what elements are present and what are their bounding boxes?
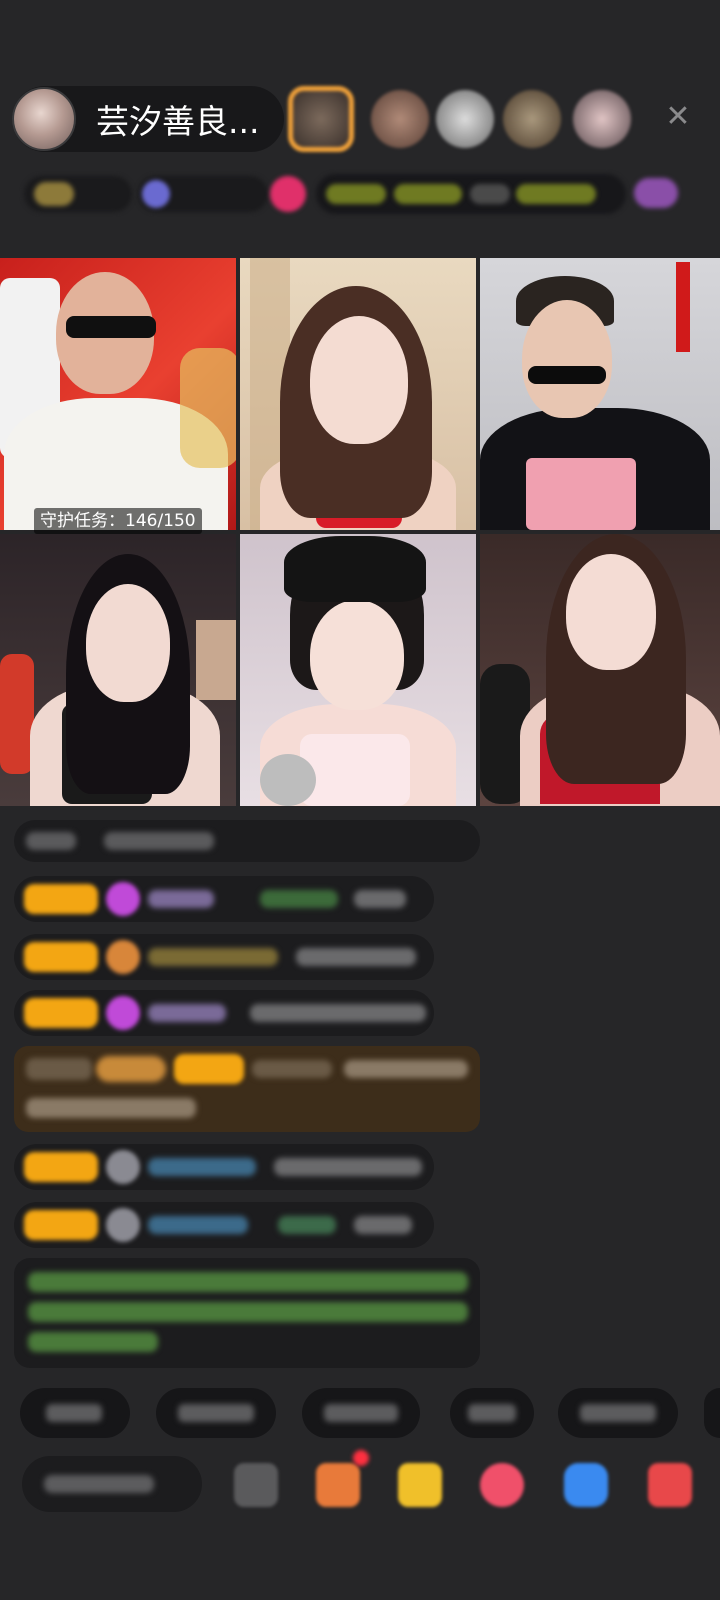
gift-icon[interactable]	[648, 1463, 692, 1507]
quick-reply-chip[interactable]	[156, 1388, 276, 1438]
viewer-avatar[interactable]	[436, 90, 494, 148]
notification-dot	[353, 1450, 369, 1466]
stats-icon	[142, 180, 170, 208]
quick-reply-chip[interactable]	[302, 1388, 420, 1438]
host-info-pill[interactable]: 芸汐善良...	[12, 86, 284, 152]
activity-tag	[516, 184, 596, 204]
fan-badge-icon	[106, 996, 140, 1030]
chat-message[interactable]	[14, 820, 480, 862]
host-name: 芸汐善良...	[96, 102, 260, 141]
top-viewer-avatar[interactable]	[288, 86, 354, 152]
system-notice-message	[14, 1258, 480, 1368]
multi-guest-video-grid: 守护任务：146/150	[0, 258, 720, 816]
video-tile-guest[interactable]	[240, 258, 476, 530]
chat-message[interactable]	[14, 876, 434, 922]
treasure-icon[interactable]	[398, 1463, 442, 1507]
level-badge	[24, 942, 98, 972]
activity-tag	[394, 184, 462, 204]
video-tile-guest[interactable]	[480, 534, 720, 806]
comment-input[interactable]	[22, 1456, 202, 1512]
video-tile-guest[interactable]	[240, 534, 476, 806]
level-badge	[24, 1210, 98, 1240]
viewer-avatar[interactable]	[573, 90, 631, 148]
host-avatar[interactable]	[12, 87, 76, 151]
fan-badge-icon	[106, 1150, 140, 1184]
quick-reply-chip[interactable]	[450, 1388, 534, 1438]
video-tile-host[interactable]	[0, 258, 236, 530]
interaction-icon[interactable]	[480, 1463, 524, 1507]
gift-message-banner[interactable]	[14, 1046, 480, 1132]
gift-icon[interactable]	[634, 178, 678, 208]
chat-message[interactable]	[14, 934, 434, 980]
hot-icon[interactable]	[270, 176, 306, 212]
more-icon[interactable]	[234, 1463, 278, 1507]
chat-message[interactable]	[14, 1144, 434, 1190]
gift-box-icon[interactable]	[316, 1463, 360, 1507]
quick-reply-chip[interactable]	[20, 1388, 130, 1438]
activity-tag	[470, 184, 510, 204]
video-tile-guest[interactable]	[480, 258, 720, 530]
share-icon[interactable]	[564, 1463, 608, 1507]
guard-task-progress: 守护任务：146/150	[34, 508, 202, 534]
level-badge	[24, 884, 98, 914]
fan-badge-icon	[106, 940, 140, 974]
chat-message[interactable]	[14, 990, 434, 1036]
chat-message[interactable]	[14, 1202, 434, 1248]
viewer-avatar[interactable]	[503, 90, 561, 148]
fan-badge-icon	[106, 882, 140, 916]
viewer-avatar[interactable]	[371, 90, 429, 148]
quick-reply-chip[interactable]	[558, 1388, 678, 1438]
quick-reply-chip[interactable]	[704, 1388, 720, 1438]
level-badge	[24, 1152, 98, 1182]
close-icon[interactable]: ✕	[662, 101, 694, 133]
fan-badge-icon	[106, 1208, 140, 1242]
level-badge	[24, 998, 98, 1028]
video-tile-guest[interactable]	[0, 534, 236, 806]
rank-icon	[34, 182, 74, 206]
activity-tag	[326, 184, 386, 204]
